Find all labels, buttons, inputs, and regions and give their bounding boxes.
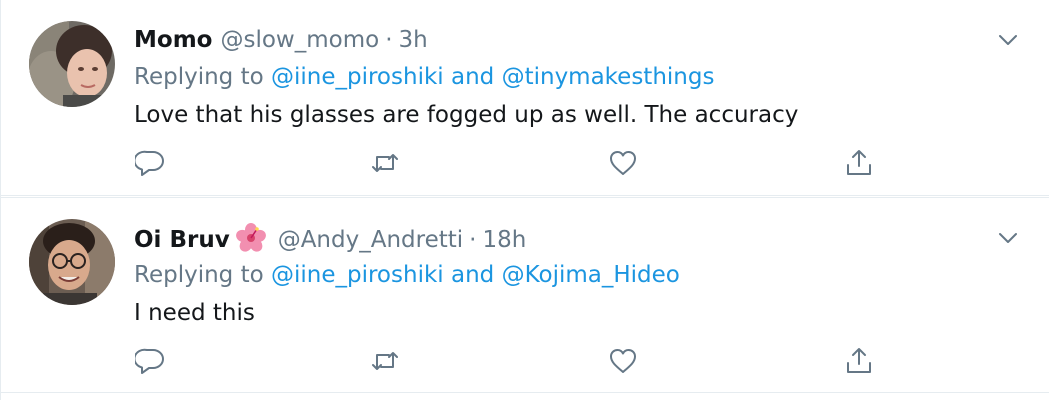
avatar-image xyxy=(29,219,115,305)
tweet-card[interactable]: Oi Bruv @Andy_Andretti · 18h Replying to… xyxy=(1,197,1049,393)
retweet-icon xyxy=(372,154,398,172)
retweet-button[interactable] xyxy=(370,346,404,380)
user-handle[interactable]: @Andy_Andretti xyxy=(278,227,463,253)
user-handle[interactable]: @slow_momo xyxy=(220,27,379,53)
display-name[interactable]: Oi Bruv xyxy=(134,227,230,253)
share-button[interactable] xyxy=(844,346,878,380)
separator-dot: · xyxy=(469,227,477,253)
hibiscus-emoji xyxy=(235,223,266,252)
avatar[interactable] xyxy=(29,21,115,107)
like-icon xyxy=(610,349,636,373)
share-icon xyxy=(847,348,871,373)
reply-icon xyxy=(133,150,164,176)
reply-button[interactable] xyxy=(133,346,169,380)
display-name[interactable]: Momo xyxy=(134,27,212,53)
retweet-icon xyxy=(372,352,398,370)
separator-dot: · xyxy=(385,27,393,53)
avatar[interactable] xyxy=(29,219,115,305)
reply-conjunction[interactable]: and xyxy=(451,64,494,90)
mention-link[interactable]: @iine_piroshiki xyxy=(271,64,444,90)
tweet-header: Oi Bruv @Andy_Andretti · 18h xyxy=(134,223,526,255)
share-icon xyxy=(847,150,871,175)
tweet-header: Momo @slow_momo · 3h xyxy=(134,25,428,55)
retweet-button[interactable] xyxy=(370,148,404,182)
chevron-down-icon[interactable] xyxy=(996,230,1020,246)
reply-conjunction[interactable]: and xyxy=(451,262,494,288)
tweet-card[interactable]: Momo @slow_momo · 3h Replying to @iine_piro… xyxy=(1,0,1049,196)
reply-feed: Momo @slow_momo · 3h Replying to @iine_piro… xyxy=(0,0,1049,400)
tweet-text: Love that his glasses are fogged up as w… xyxy=(134,102,799,128)
tweet-actions xyxy=(133,346,894,380)
chevron-down-icon[interactable] xyxy=(996,32,1020,48)
reply-button[interactable] xyxy=(133,148,169,182)
like-icon xyxy=(610,151,636,175)
reply-icon xyxy=(133,348,164,374)
timestamp[interactable]: 18h xyxy=(482,227,526,253)
replying-to-line: Replying to @iine_piroshiki and @Kojima_… xyxy=(134,260,680,290)
replying-prefix: Replying to xyxy=(134,64,264,90)
avatar-image xyxy=(29,21,115,107)
like-button[interactable] xyxy=(608,148,642,182)
like-button[interactable] xyxy=(608,346,642,380)
tweet-text: I need this xyxy=(134,300,255,326)
replying-prefix: Replying to xyxy=(134,262,264,288)
replying-to-line: Replying to @iine_piroshiki and @tinymak… xyxy=(134,62,714,92)
mention-link[interactable]: @iine_piroshiki xyxy=(271,262,444,288)
tweet-actions xyxy=(133,148,894,182)
share-button[interactable] xyxy=(844,148,878,182)
mention-link[interactable]: @tinymakesthings xyxy=(502,64,715,90)
timestamp[interactable]: 3h xyxy=(399,27,428,53)
mention-link[interactable]: @Kojima_Hideo xyxy=(502,262,680,288)
